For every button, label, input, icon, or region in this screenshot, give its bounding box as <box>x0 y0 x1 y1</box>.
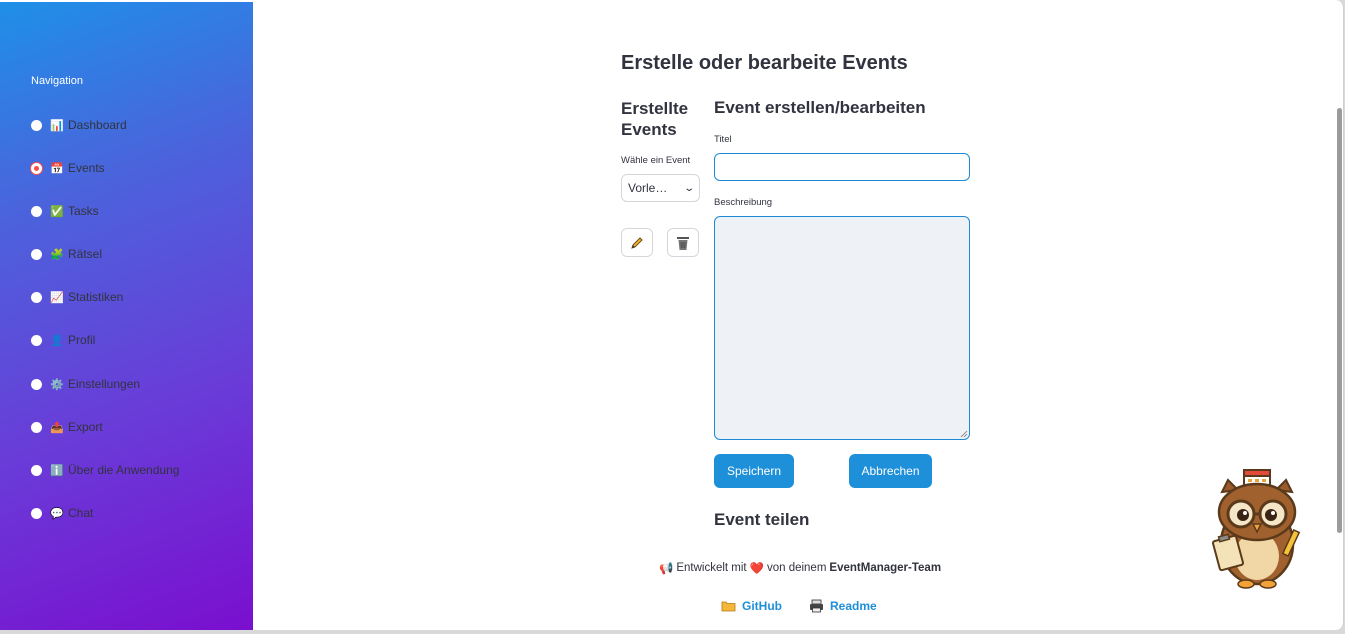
sidebar-item-profil[interactable]: 👤 Profil <box>31 330 95 350</box>
footer-credit: 📢 Entwickelt mit ❤️ von deinem EventMana… <box>659 561 941 575</box>
radio-button[interactable] <box>31 464 42 476</box>
heart-icon: ❤️ <box>749 563 764 575</box>
delete-button[interactable] <box>667 228 699 257</box>
share-heading: Event teilen <box>714 510 810 529</box>
sidebar-item-dashboard[interactable]: 📊 Dashboard <box>31 115 127 135</box>
select-value: Vorle… <box>628 181 668 195</box>
pencil-icon <box>631 236 643 249</box>
sidebar-item-events[interactable]: 📅 Events <box>31 158 105 178</box>
page-title: Erstelle oder bearbeite Events <box>621 52 908 74</box>
cancel-button[interactable]: Abbrechen <box>849 454 932 488</box>
gear-icon: ⚙️ <box>50 378 64 391</box>
github-link[interactable]: GitHub <box>721 599 782 613</box>
created-events-heading: Erstellte Events <box>621 99 689 139</box>
owl-mascot-icon <box>1211 469 1301 589</box>
edit-button[interactable] <box>621 228 653 257</box>
trash-icon <box>677 236 689 250</box>
footer-text-middle: von deinem <box>766 562 827 574</box>
puzzle-icon: 🧩 <box>50 248 64 261</box>
radio-button-selected[interactable] <box>31 162 42 174</box>
sidebar-item-label: Statistiken <box>68 290 124 304</box>
readme-link[interactable]: Readme <box>809 599 877 613</box>
sidebar-item-label: Tasks <box>68 204 99 218</box>
radio-button[interactable] <box>31 378 42 390</box>
form-heading: Event erstellen/bearbeiten <box>714 98 926 117</box>
sidebar-item-label: Einstellungen <box>68 377 141 391</box>
title-label: Titel <box>714 134 732 145</box>
radio-button[interactable] <box>31 291 42 303</box>
user-icon: 👤 <box>50 334 64 347</box>
radio-button[interactable] <box>31 507 42 519</box>
resize-grip-icon[interactable] <box>959 429 968 438</box>
info-icon: ℹ️ <box>50 464 64 477</box>
radio-button[interactable] <box>31 421 42 433</box>
sidebar-item-statistiken[interactable]: 📈 Statistiken <box>31 287 123 307</box>
chat-bubble-icon: 💬 <box>50 507 64 520</box>
sidebar-item-tasks[interactable]: ✅ Tasks <box>31 201 99 221</box>
sidebar-item-label: Chat <box>68 506 94 520</box>
checkmark-icon: ✅ <box>50 205 64 218</box>
chevron-down-icon: ⌄ <box>682 182 695 194</box>
sidebar-item-chat[interactable]: 💬 Chat <box>31 503 93 523</box>
main-content: Erstelle oder bearbeite Events Erstellte… <box>253 0 1343 630</box>
sidebar-item-einstellungen[interactable]: ⚙️ Einstellungen <box>31 374 140 394</box>
sidebar-item-label: Über die Anwendung <box>68 463 180 477</box>
app-window: Navigation 📊 Dashboard 📅 Events ✅ Tasks … <box>0 0 1344 630</box>
sidebar-item-label: Dashboard <box>68 118 127 132</box>
description-label: Beschreibung <box>714 197 773 208</box>
sidebar-item-label: Export <box>68 420 103 434</box>
radio-button[interactable] <box>31 205 42 217</box>
printer-icon <box>810 599 823 613</box>
sidebar-item-about[interactable]: ℹ️ Über die Anwendung <box>31 460 179 480</box>
export-icon: 📤 <box>50 421 64 434</box>
sidebar-item-label: Events <box>68 161 105 175</box>
chart-icon: 📊 <box>50 119 64 132</box>
footer-text-before: Entwickelt mit <box>676 562 747 574</box>
sidebar-item-raetsel[interactable]: 🧩 Rätsel <box>31 244 102 264</box>
megaphone-icon: 📢 <box>659 563 674 575</box>
radio-button[interactable] <box>31 119 42 131</box>
github-label: GitHub <box>742 599 782 613</box>
sidebar-item-label: Rätsel <box>68 247 103 261</box>
radio-button[interactable] <box>31 334 42 346</box>
select-label: Wähle ein Event <box>621 155 691 166</box>
sidebar: Navigation 📊 Dashboard 📅 Events ✅ Tasks … <box>0 2 253 630</box>
calendar-icon: 📅 <box>50 162 64 175</box>
description-textarea[interactable] <box>714 216 970 440</box>
scrollbar[interactable] <box>1337 108 1342 533</box>
radio-button[interactable] <box>31 248 42 260</box>
save-button[interactable]: Speichern <box>714 454 794 488</box>
folder-icon <box>721 601 736 612</box>
sidebar-title: Navigation <box>31 75 83 87</box>
sidebar-item-export[interactable]: 📤 Export <box>31 417 103 437</box>
readme-label: Readme <box>830 599 877 613</box>
title-input[interactable] <box>714 153 970 181</box>
team-name: EventManager-Team <box>829 562 942 574</box>
sidebar-item-label: Profil <box>68 333 96 347</box>
event-select[interactable]: Vorle… ⌄ <box>621 174 700 202</box>
trend-chart-icon: 📈 <box>50 291 64 304</box>
